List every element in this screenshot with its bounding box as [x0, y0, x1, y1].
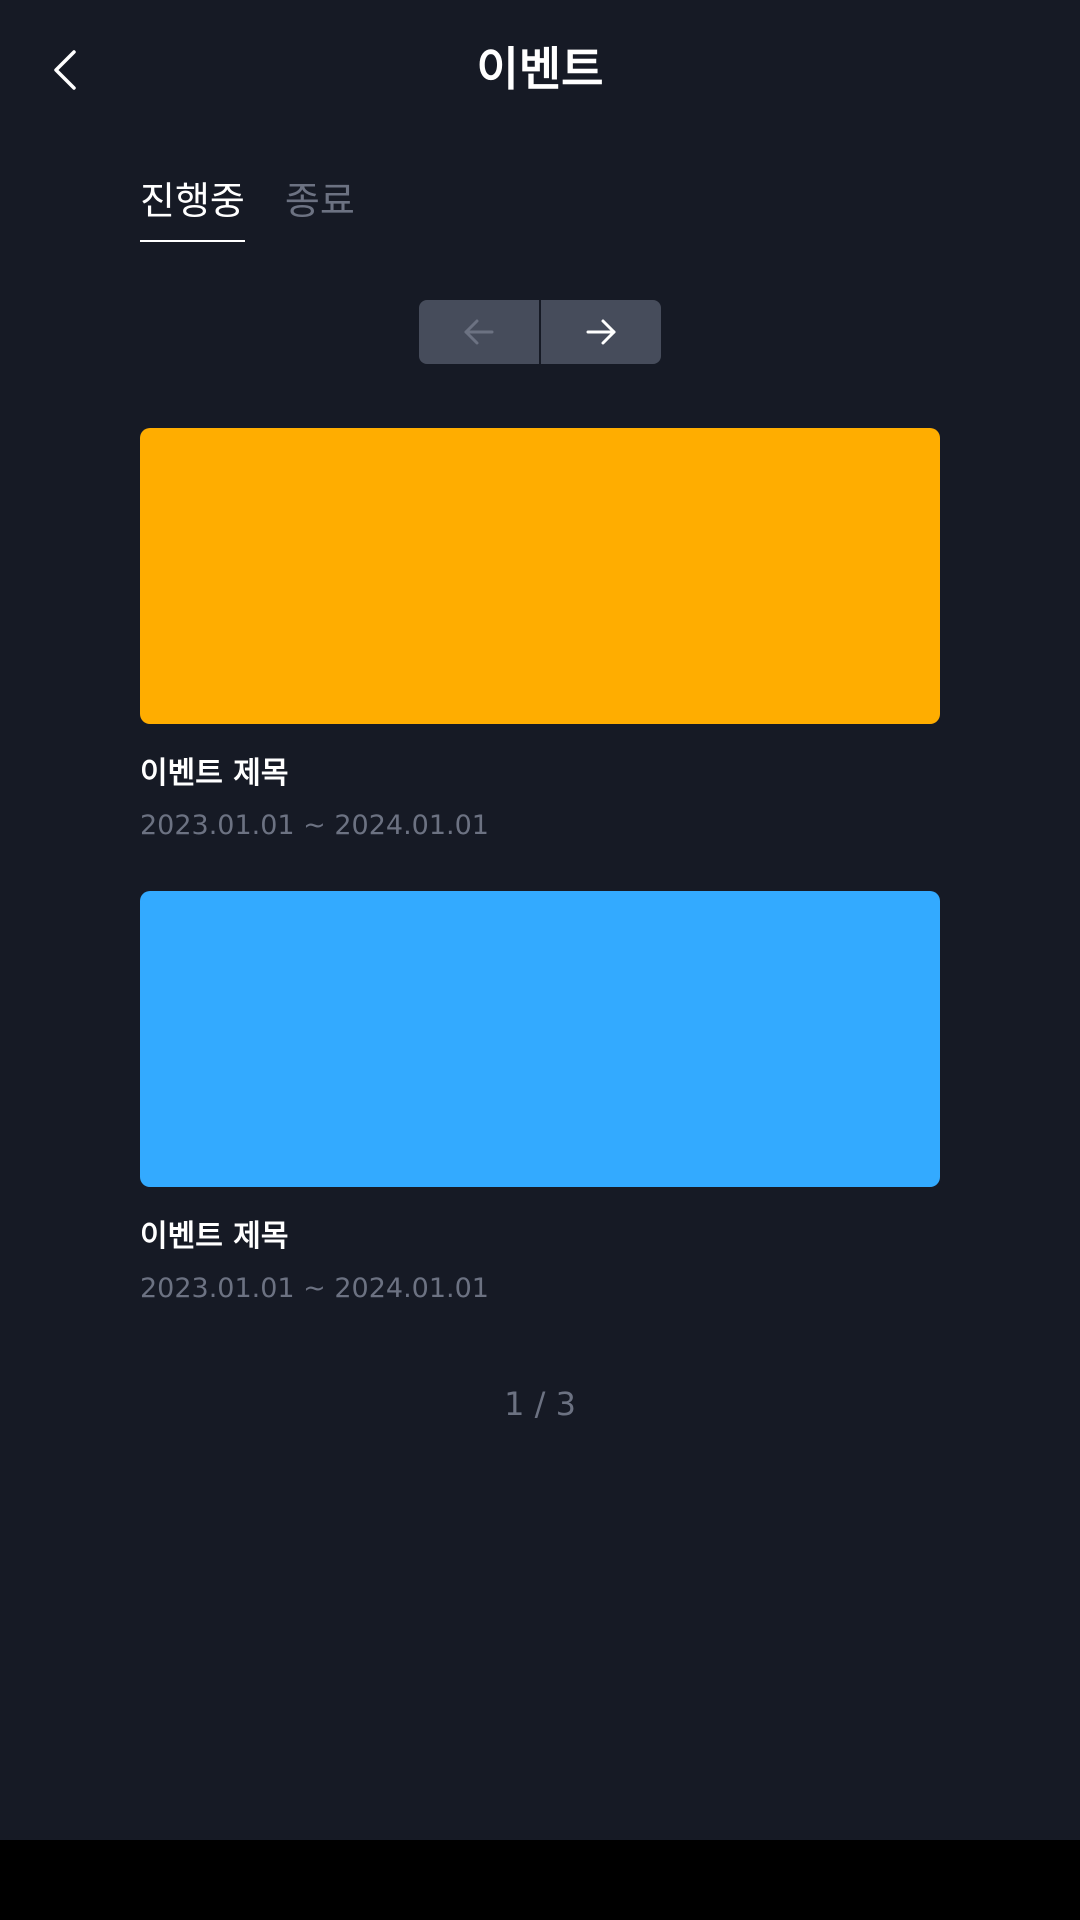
tab-bar: 진행중 종료 — [140, 176, 355, 242]
prev-page-button[interactable] — [419, 300, 539, 364]
event-card[interactable]: 이벤트 제목 2023.01.01 ~ 2024.01.01 — [140, 428, 940, 846]
event-title: 이벤트 제목 — [140, 1219, 289, 1254]
arrow-left-icon — [464, 319, 494, 345]
system-navigation-bar — [0, 1840, 1080, 1920]
event-title: 이벤트 제목 — [140, 756, 289, 791]
tab-ended[interactable]: 종료 — [285, 176, 355, 242]
tab-ongoing[interactable]: 진행중 — [140, 176, 245, 242]
event-banner[interactable] — [140, 891, 940, 1187]
event-date: 2023.01.01 ~ 2024.01.01 — [140, 810, 489, 841]
app-screen: 이벤트 진행중 종료 이벤트 제목 2023.01.01 ~ 2024.01.0… — [0, 0, 1080, 1840]
pager-arrows — [419, 300, 661, 364]
arrow-right-icon — [586, 319, 616, 345]
next-page-button[interactable] — [541, 300, 661, 364]
event-banner[interactable] — [140, 428, 940, 724]
page-title: 이벤트 — [476, 42, 604, 96]
page-indicator: 1 / 3 — [504, 1385, 576, 1423]
event-date: 2023.01.01 ~ 2024.01.01 — [140, 1273, 489, 1304]
event-card[interactable]: 이벤트 제목 2023.01.01 ~ 2024.01.01 — [140, 891, 940, 1309]
